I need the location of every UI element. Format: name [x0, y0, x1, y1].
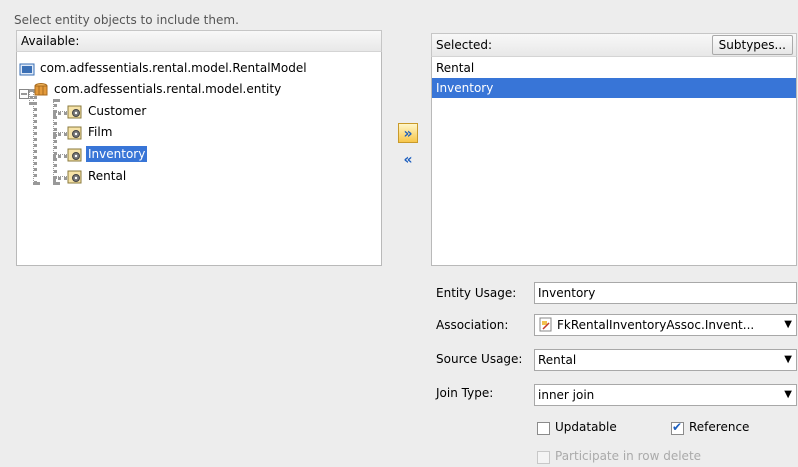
- entity-usage-label: Entity Usage:: [436, 286, 517, 300]
- selected-header-label: Selected:: [436, 38, 493, 52]
- selected-list[interactable]: Rental Inventory: [431, 57, 797, 266]
- available-tree[interactable]: com.adfessentials.rental.model.RentalMod…: [16, 52, 382, 266]
- entity-object-icon: [67, 125, 83, 141]
- join-type-value: inner join: [538, 388, 595, 402]
- updatable-label: Updatable: [555, 420, 617, 434]
- dropdown-arrow-icon: ▼: [784, 319, 792, 330]
- source-usage-select[interactable]: Rental ▼: [534, 349, 797, 371]
- association-select[interactable]: FkRentalInventoryAssoc.Invent... ▼: [534, 314, 797, 336]
- entity-object-icon: [67, 147, 83, 163]
- instruction-text: Select entity objects to include them.: [14, 13, 239, 27]
- tree-item-package[interactable]: com.adfessentials.rental.model.entity: [19, 79, 283, 99]
- selected-list-item[interactable]: Rental: [432, 58, 796, 78]
- double-chevron-left-icon: «: [403, 152, 413, 168]
- available-header-label: Available:: [21, 34, 80, 48]
- model-folder-icon: [19, 61, 35, 77]
- package-icon: [33, 82, 49, 98]
- entity-usage-input[interactable]: Inventory: [534, 282, 797, 304]
- association-value: FkRentalInventoryAssoc.Invent...: [557, 318, 755, 332]
- join-type-label: Join Type:: [436, 386, 494, 400]
- reference-checkbox[interactable]: [671, 420, 684, 435]
- dropdown-arrow-icon: ▼: [784, 389, 792, 400]
- entity-object-icon: [67, 104, 83, 120]
- reference-label: Reference: [689, 420, 750, 434]
- tree-item-root-model[interactable]: com.adfessentials.rental.model.RentalMod…: [19, 58, 309, 78]
- tree-item-entity[interactable]: Film: [67, 122, 114, 142]
- tree-item-entity-selected[interactable]: Inventory: [67, 144, 148, 164]
- selected-header: Selected: Subtypes...: [431, 33, 797, 57]
- dropdown-arrow-icon: ▼: [784, 354, 792, 365]
- remove-selected-button[interactable]: «: [398, 150, 418, 170]
- selected-list-item-active[interactable]: Inventory: [432, 78, 796, 98]
- source-usage-value: Rental: [538, 353, 577, 367]
- subtypes-button[interactable]: Subtypes...: [711, 35, 793, 55]
- tree-item-entity[interactable]: Rental: [67, 166, 128, 186]
- tree-item-label: Inventory: [86, 146, 148, 162]
- updatable-checkbox[interactable]: [537, 422, 550, 435]
- association-label: Association:: [436, 318, 509, 332]
- entity-object-icon: [67, 169, 83, 185]
- tree-item-label: Customer: [88, 104, 147, 118]
- participate-in-row-delete-label: Participate in row delete: [555, 449, 702, 463]
- tree-item-entity[interactable]: Customer: [67, 101, 148, 121]
- source-usage-label: Source Usage:: [436, 352, 523, 366]
- join-type-select[interactable]: inner join ▼: [534, 384, 797, 406]
- tree-item-label: Rental: [88, 169, 127, 183]
- tree-item-label: com.adfessentials.rental.model.entity: [54, 82, 282, 96]
- add-selected-button[interactable]: »: [398, 123, 418, 143]
- collapse-toggle-icon[interactable]: [19, 85, 29, 99]
- available-header: Available:: [16, 30, 382, 52]
- association-icon: [538, 317, 554, 339]
- double-chevron-right-icon: »: [403, 126, 413, 142]
- tree-item-label: com.adfessentials.rental.model.RentalMod…: [40, 61, 307, 75]
- tree-line: [33, 89, 37, 185]
- tree-item-label: Film: [88, 125, 113, 139]
- participate-in-row-delete-checkbox[interactable]: [537, 451, 550, 464]
